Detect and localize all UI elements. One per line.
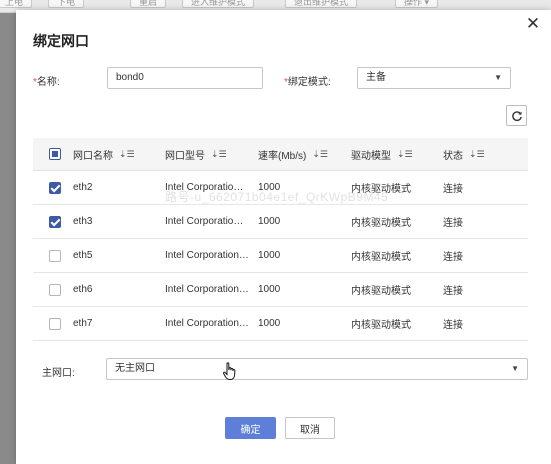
table-row[interactable]: eth7 Intel Corporation… 1000 内核驱动模式 连接 <box>33 307 528 341</box>
mode-label: *绑定模式: <box>284 73 331 88</box>
cell-nic-model: Intel Corporatio… <box>165 182 244 193</box>
mode-label-text: 绑定模式: <box>287 77 331 88</box>
row-checkbox[interactable] <box>49 318 61 330</box>
bg-power-off-button: 下电 <box>48 0 85 8</box>
refresh-icon <box>511 110 522 121</box>
hand-cursor-icon <box>222 362 236 380</box>
bg-power-on-button: 上电 <box>0 0 33 8</box>
table-header: 网口名称 ⇣☰ 网口型号 ⇣☰ 速率(Mb/s) ⇣☰ 驱动模型 ⇣☰ 状态 ⇣☰ <box>33 138 528 171</box>
cell-speed: 1000 <box>258 318 281 329</box>
column-header-status-text: 状态 <box>443 150 463 162</box>
cell-status: 连接 <box>443 184 463 195</box>
cell-nic-model: Intel Corporation… <box>165 284 249 295</box>
bg-restart-button: 重启 <box>130 0 167 8</box>
column-header-driver-text: 驱动模型 <box>351 150 391 162</box>
cancel-button[interactable]: 取消 <box>285 417 335 439</box>
cell-nic-model: Intel Corporation… <box>165 250 249 261</box>
table-row[interactable]: eth3 Intel Corporatio… 1000 内核驱动模式 连接 <box>33 205 528 239</box>
cell-nic-name: eth6 <box>73 284 93 295</box>
cell-status: 连接 <box>443 320 463 331</box>
column-header-model[interactable]: 网口型号 ⇣☰ <box>165 138 227 170</box>
chevron-down-icon: ▼ <box>511 364 519 373</box>
sort-icon: ⇣☰ <box>119 148 135 159</box>
cell-status: 连接 <box>443 286 463 297</box>
cell-nic-name: eth5 <box>73 250 93 261</box>
nic-table: 网口名称 ⇣☰ 网口型号 ⇣☰ 速率(Mb/s) ⇣☰ 驱动模型 ⇣☰ 状态 ⇣☰ eth… <box>33 138 528 341</box>
sort-icon: ⇣☰ <box>397 148 413 159</box>
table-row[interactable]: eth2 Intel Corporatio… 1000 内核驱动模式 连接 <box>33 171 528 205</box>
column-header-name[interactable]: 网口名称 ⇣☰ <box>73 138 135 170</box>
cell-status: 连接 <box>443 218 463 229</box>
row-checkbox[interactable] <box>49 284 61 296</box>
sort-icon: ⇣☰ <box>312 148 328 159</box>
primary-nic-value: 无主网口 <box>115 363 155 374</box>
bg-exit-maintenance-button: 退出维护模式 <box>285 0 358 8</box>
bond-mode-value: 主备 <box>366 72 386 83</box>
cell-speed: 1000 <box>258 216 281 227</box>
confirm-button[interactable]: 确定 <box>225 417 276 439</box>
primary-nic-select[interactable]: 无主网口 ▼ <box>106 358 528 380</box>
sort-icon: ⇣☰ <box>211 148 227 159</box>
chevron-down-icon: ▼ <box>494 73 502 82</box>
cell-nic-name: eth2 <box>73 182 93 193</box>
row-checkbox[interactable] <box>49 216 61 228</box>
name-label: *名称: <box>33 73 60 88</box>
bg-enter-maintenance-button: 进入维护模式 <box>182 0 255 8</box>
primary-nic-label: 主网口: <box>42 368 75 379</box>
cell-nic-name: eth3 <box>73 216 93 227</box>
name-label-text: 名称: <box>36 77 60 88</box>
cell-nic-name: eth7 <box>73 318 93 329</box>
column-header-model-text: 网口型号 <box>165 150 205 162</box>
table-row[interactable]: eth5 Intel Corporation… 1000 内核驱动模式 连接 <box>33 239 528 273</box>
sort-icon: ⇣☰ <box>469 148 485 159</box>
table-body: eth2 Intel Corporatio… 1000 内核驱动模式 连接 eth3 Int… <box>33 171 528 341</box>
cell-driver-model: 内核驱动模式 <box>351 320 411 331</box>
refresh-button[interactable] <box>506 105 527 126</box>
column-header-speed-text: 速率(Mb/s) <box>258 150 307 162</box>
cell-status: 连接 <box>443 252 463 263</box>
cell-driver-model: 内核驱动模式 <box>351 218 411 229</box>
name-input[interactable]: bond0 <box>107 67 263 89</box>
select-all-checkbox[interactable] <box>49 148 61 160</box>
row-checkbox[interactable] <box>49 250 61 262</box>
column-header-speed[interactable]: 速率(Mb/s) ⇣☰ <box>258 138 328 170</box>
cell-driver-model: 内核驱动模式 <box>351 184 411 195</box>
bond-mode-select[interactable]: 主备 ▼ <box>357 67 511 89</box>
cell-nic-model: Intel Corporatio… <box>165 216 244 227</box>
table-row[interactable]: eth6 Intel Corporation… 1000 内核驱动模式 连接 <box>33 273 528 307</box>
column-header-name-text: 网口名称 <box>73 150 113 162</box>
cell-speed: 1000 <box>258 182 281 193</box>
bg-actions-button: 操作 ▾ <box>395 0 439 8</box>
cell-speed: 1000 <box>258 250 281 261</box>
dialog-title: 绑定网口 <box>33 33 89 49</box>
close-icon[interactable]: ✕ <box>525 15 541 32</box>
row-checkbox[interactable] <box>49 182 61 194</box>
column-header-driver[interactable]: 驱动模型 ⇣☰ <box>351 138 413 170</box>
bind-nic-dialog: 绑定网口 ✕ *名称: bond0 *绑定模式: 主备 ▼ 网口名称 ⇣☰ 网口型… <box>16 10 551 464</box>
cell-nic-model: Intel Corporation… <box>165 318 249 329</box>
cell-driver-model: 内核驱动模式 <box>351 252 411 263</box>
cell-speed: 1000 <box>258 284 281 295</box>
cell-driver-model: 内核驱动模式 <box>351 286 411 297</box>
column-header-status[interactable]: 状态 ⇣☰ <box>443 138 485 170</box>
